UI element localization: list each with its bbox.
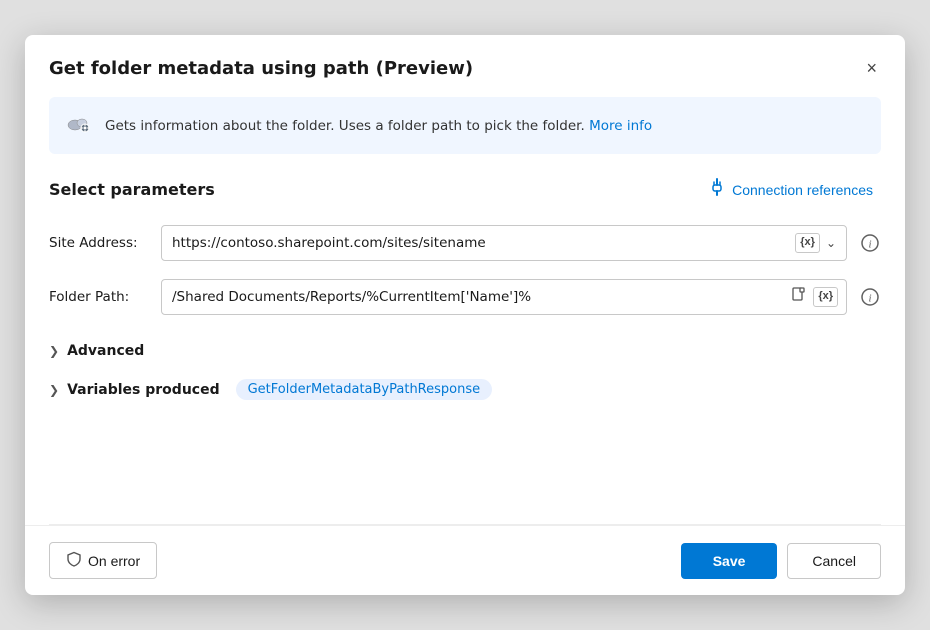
- folder-path-file-btn[interactable]: [789, 285, 809, 309]
- folder-path-label: Folder Path:: [49, 289, 149, 305]
- variables-badge: GetFolderMetadataByPathResponse: [236, 379, 493, 400]
- footer-right: Save Cancel: [681, 543, 881, 579]
- dialog: Get folder metadata using path (Preview)…: [25, 35, 905, 595]
- variables-produced-section[interactable]: ❯ Variables produced GetFolderMetadataBy…: [49, 369, 881, 410]
- info-banner: Gets information about the folder. Uses …: [49, 97, 881, 154]
- shield-icon: [66, 551, 82, 570]
- connection-references-button[interactable]: Connection references: [700, 174, 881, 205]
- close-button[interactable]: ×: [862, 55, 881, 81]
- svg-text:i: i: [868, 239, 871, 251]
- cancel-button[interactable]: Cancel: [787, 543, 881, 579]
- folder-path-actions: {x}: [789, 285, 838, 309]
- dialog-title: Get folder metadata using path (Preview): [49, 58, 473, 79]
- folder-path-value: /Shared Documents/Reports/%CurrentItem['…: [172, 289, 783, 305]
- section-title: Select parameters: [49, 180, 215, 199]
- dialog-content: Select parameters Connection references: [25, 154, 905, 524]
- plug-icon: [708, 178, 726, 201]
- more-info-link[interactable]: More info: [589, 118, 652, 134]
- folder-path-row: Folder Path: /Shared Documents/Reports/%…: [49, 279, 881, 315]
- dialog-footer: On error Save Cancel: [25, 525, 905, 595]
- info-banner-text: Gets information about the folder. Uses …: [105, 118, 652, 134]
- site-address-input-wrapper: https://contoso.sharepoint.com/sites/sit…: [161, 225, 847, 261]
- dialog-header: Get folder metadata using path (Preview)…: [25, 35, 905, 97]
- variables-chevron-icon: ❯: [49, 383, 59, 397]
- on-error-label: On error: [88, 553, 140, 569]
- site-address-variable-btn[interactable]: {x}: [795, 233, 820, 252]
- site-address-chevron-btn[interactable]: ⌄: [824, 234, 838, 252]
- on-error-button[interactable]: On error: [49, 542, 157, 579]
- advanced-label: Advanced: [67, 343, 144, 359]
- site-address-row: Site Address: https://contoso.sharepoint…: [49, 225, 881, 261]
- site-address-actions: {x} ⌄: [795, 233, 838, 252]
- folder-path-input-wrapper: /Shared Documents/Reports/%CurrentItem['…: [161, 279, 847, 315]
- section-header-row: Select parameters Connection references: [49, 174, 881, 205]
- site-address-label: Site Address:: [49, 235, 149, 251]
- site-address-value: https://contoso.sharepoint.com/sites/sit…: [172, 235, 789, 251]
- info-cloud-icon: [65, 111, 93, 140]
- advanced-chevron-icon: ❯: [49, 344, 59, 358]
- folder-path-variable-btn[interactable]: {x}: [813, 287, 838, 306]
- svg-text:i: i: [868, 293, 871, 305]
- save-button[interactable]: Save: [681, 543, 778, 579]
- connection-references-label: Connection references: [732, 182, 873, 198]
- site-address-info-btn[interactable]: i: [859, 232, 881, 254]
- variables-produced-label: Variables produced: [67, 382, 220, 398]
- folder-path-info-btn[interactable]: i: [859, 286, 881, 308]
- advanced-section[interactable]: ❯ Advanced: [49, 333, 881, 369]
